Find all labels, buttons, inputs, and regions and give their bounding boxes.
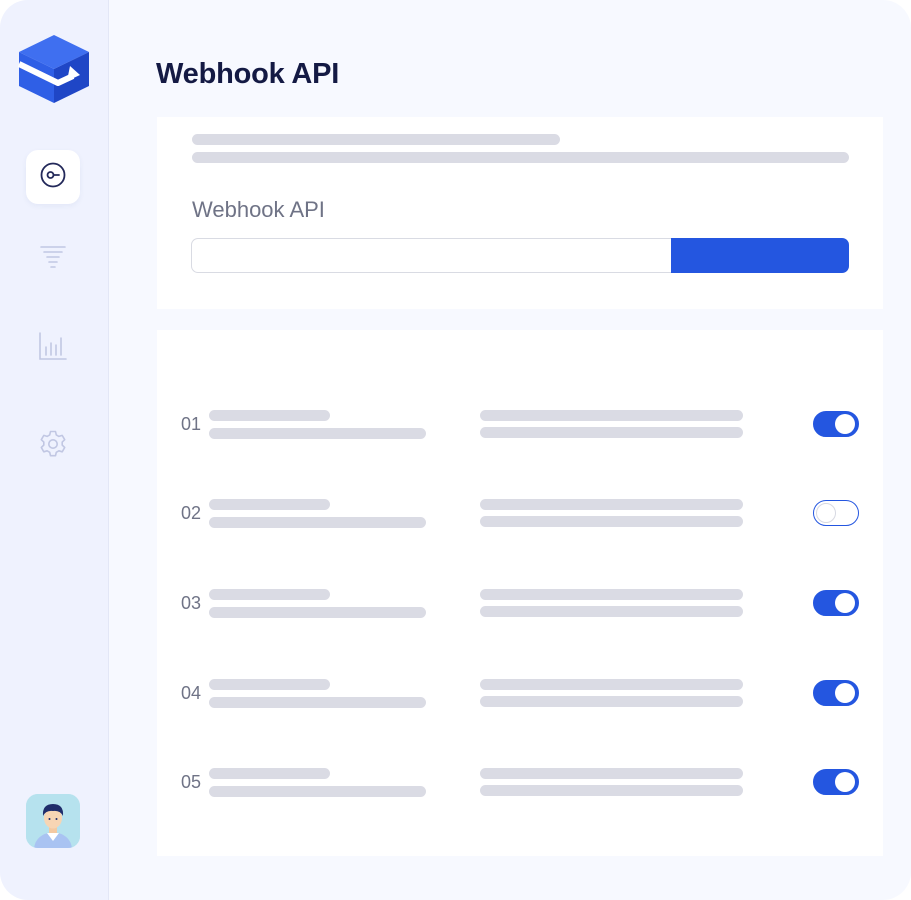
bar-chart-icon [38,331,68,365]
row-detail-placeholder [480,516,743,527]
row-detail-placeholder [480,589,743,600]
sidebar-item-settings[interactable] [26,419,80,473]
description-placeholder-line [192,152,849,163]
row-title-placeholder [209,768,330,779]
webhook-icon [39,161,67,193]
row-toggle[interactable] [813,680,859,706]
row-toggle[interactable] [813,590,859,616]
toggle-knob [835,682,855,703]
sidebar-item-webhook[interactable] [26,150,80,204]
webhook-form-card: Webhook API [157,117,883,309]
toggle-knob [835,592,855,613]
row-title-placeholder [209,410,330,421]
row-title-placeholder [209,589,330,600]
page-title: Webhook API [156,58,340,90]
row-subtitle-placeholder [209,428,426,439]
webhook-submit-button[interactable] [671,238,849,273]
row-title-placeholder [209,499,330,510]
row-number: 05 [181,772,202,792]
row-subtitle-placeholder [209,786,426,797]
row-detail-placeholder [480,696,743,707]
row-detail-placeholder [480,410,743,421]
list-item: 03 [157,589,883,633]
toggle-knob [835,771,855,792]
webhook-list-card: 01 02 03 04 05 [157,330,883,856]
toggle-knob [835,413,855,434]
row-toggle[interactable] [813,411,859,437]
row-detail-placeholder [480,679,743,690]
list-item: 05 [157,768,883,812]
gear-icon [38,429,68,463]
list-item: 04 [157,679,883,723]
webhook-api-label: Webhook API [192,197,325,222]
sidebar [0,0,109,900]
sidebar-item-filter[interactable] [26,231,80,285]
row-detail-placeholder [480,499,743,510]
row-subtitle-placeholder [209,697,426,708]
row-number: 03 [181,593,202,613]
description-placeholder-line [192,134,560,145]
row-detail-placeholder [480,606,743,617]
app-window: Webhook API Webhook API 01 02 03 04 05 [0,0,911,900]
list-item: 01 [157,410,883,454]
sidebar-item-analytics[interactable] [26,321,80,375]
user-avatar[interactable] [26,794,80,848]
row-subtitle-placeholder [209,607,426,618]
list-item: 02 [157,499,883,543]
row-subtitle-placeholder [209,517,426,528]
row-detail-placeholder [480,785,743,796]
box-arrow-logo-icon[interactable] [17,33,90,105]
filter-icon [39,242,67,274]
toggle-knob [815,502,836,523]
row-toggle[interactable] [813,769,859,795]
row-detail-placeholder [480,768,743,779]
row-number: 02 [181,503,202,523]
row-toggle[interactable] [813,500,859,526]
row-detail-placeholder [480,427,743,438]
row-number: 01 [181,414,202,434]
row-title-placeholder [209,679,330,690]
webhook-url-input[interactable] [191,238,673,273]
row-number: 04 [181,683,202,703]
